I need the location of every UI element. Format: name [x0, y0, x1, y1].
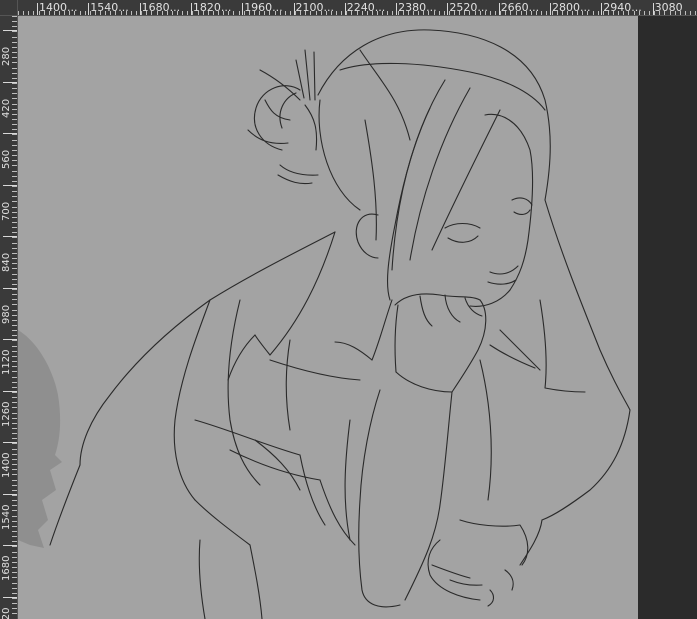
ghost-figure	[18, 330, 62, 548]
ruler-label: 280	[1, 46, 12, 66]
ruler-corner	[0, 0, 18, 16]
ruler-label: 1400	[1, 452, 12, 478]
pasteboard	[638, 16, 697, 619]
ruler-label: 420	[1, 98, 12, 118]
ruler-label: 1680	[1, 555, 12, 581]
drawing-canvas[interactable]	[18, 16, 638, 619]
ruler-label: 980	[1, 304, 12, 324]
ruler-label: 1120	[1, 349, 12, 375]
vertical-ruler[interactable]: 280 420 560 700 840 980 1120 1260 1400 1540 1680 18…	[0, 16, 18, 619]
ruler-label: 840	[1, 252, 12, 272]
ruler-label: 1820	[1, 607, 12, 619]
line-art-drawing	[18, 29, 631, 619]
ruler-label: 560	[1, 149, 12, 169]
ruler-label: 700	[1, 201, 12, 221]
ruler-label: 1540	[1, 504, 12, 530]
horizontal-ruler[interactable]: 1400... 1540... 1680... 1820... 1960... 2100.…	[18, 0, 697, 16]
sketch-lines	[49, 29, 631, 619]
ruler-label: 1260	[1, 401, 12, 427]
